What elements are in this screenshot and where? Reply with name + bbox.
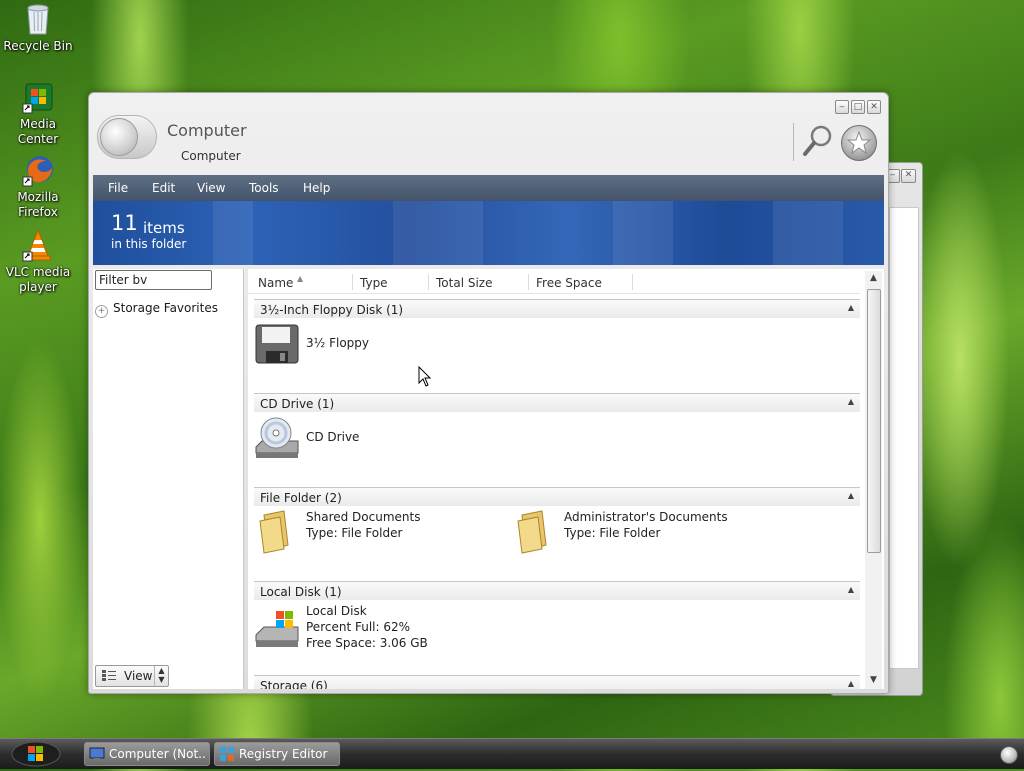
floppy-drive-icon (254, 321, 300, 367)
item-detail-free-space: Free Space: 3.06 GB (306, 636, 428, 650)
storage-favorites-label: Storage Favorites (113, 301, 218, 315)
group-header[interactable]: CD Drive (1) ▲ (254, 393, 860, 412)
group-local-disk: Local Disk (1) ▲ Local Disk Percent Full… (254, 581, 860, 650)
taskbar: Computer (Not... Registry Editor (0, 738, 1024, 769)
filter-input[interactable]: Filter bv (95, 270, 212, 290)
favorites-star-icon[interactable] (841, 125, 877, 161)
taskbar-button-label: Computer (Not... (109, 747, 205, 761)
menu-file[interactable]: File (108, 181, 128, 195)
desktop-icon-label: Recycle Bin (3, 39, 73, 53)
collapse-icon[interactable]: ▲ (848, 397, 854, 406)
close-icon[interactable]: ✕ (901, 169, 916, 183)
collapse-icon[interactable]: ▲ (848, 679, 854, 688)
title-bar[interactable]: Computer Computer ‒ □ ✕ (89, 93, 888, 173)
vertical-scrollbar[interactable]: ▲ ▼ (865, 271, 882, 689)
group-header[interactable]: Storage (6) ▲ (254, 675, 860, 689)
expand-icon[interactable]: + (95, 305, 108, 318)
folder-icon (254, 509, 300, 555)
group-cd-drive: CD Drive (1) ▲ CD Drive (254, 393, 860, 458)
group-title: Storage (6) (260, 679, 328, 689)
group-title: CD Drive (1) (260, 397, 335, 411)
back-forward-orb[interactable] (97, 115, 157, 159)
registry-editor-icon (220, 747, 234, 761)
file-list: Name ▲ Type Total Size Free Space 3½-Inc… (248, 269, 884, 689)
menu-bar: File Edit View Tools Help (93, 175, 884, 201)
item-name: CD Drive (306, 430, 360, 444)
recycle-bin-icon (22, 2, 54, 36)
item-detail: Type: File Folder (564, 526, 661, 540)
navigation-pane: Filter bv + Storage Favorites View ▲ ▼ (93, 269, 244, 689)
folder-icon (512, 509, 558, 555)
group-storage: Storage (6) ▲ (254, 675, 860, 689)
column-free-space[interactable]: Free Space (536, 276, 602, 290)
view-button[interactable]: View ▲ ▼ (95, 665, 169, 687)
toolbar-divider (793, 123, 794, 161)
window-title: Computer (167, 121, 247, 140)
collapse-icon[interactable]: ▲ (848, 491, 854, 500)
scroll-thumb[interactable] (867, 289, 881, 553)
view-spinner[interactable]: ▲ ▼ (154, 666, 168, 686)
local-disk-icon (254, 607, 300, 653)
group-title: File Folder (2) (260, 491, 342, 505)
menu-view[interactable]: View (197, 181, 225, 195)
group-floppy: 3½-Inch Floppy Disk (1) ▲ 3½ Floppy (254, 299, 860, 364)
item-name: Administrator's Documents (564, 510, 728, 524)
tray-icon[interactable] (1000, 746, 1018, 764)
desktop-icon-label: Media Center (17, 117, 59, 146)
minimize-button[interactable]: ‒ (835, 100, 849, 114)
desktop-icon-label: VLC media player (5, 265, 71, 294)
desktop-icon-firefox[interactable]: Mozilla Firefox (2, 153, 74, 220)
group-title: 3½-Inch Floppy Disk (1) (260, 303, 404, 317)
group-file-folder: File Folder (2) ▲ Shared Documents Type:… (254, 487, 860, 554)
media-center-icon (22, 80, 54, 114)
folder-caption: in this folder (111, 237, 187, 251)
item-count: 11 (111, 211, 138, 235)
desktop-icon-label: Mozilla Firefox (17, 190, 59, 219)
scroll-down-icon[interactable]: ▼ (865, 673, 882, 687)
column-type[interactable]: Type (360, 276, 388, 290)
sort-ascending-icon: ▲ (297, 274, 304, 283)
group-header[interactable]: Local Disk (1) ▲ (254, 581, 860, 600)
item-count-label: items (143, 219, 185, 237)
taskbar-button-registry-editor[interactable]: Registry Editor (214, 742, 340, 766)
item-name: 3½ Floppy (306, 336, 369, 350)
column-name[interactable]: Name (258, 276, 293, 290)
vlc-icon (22, 228, 54, 262)
desktop-icon-media-center[interactable]: Media Center (2, 80, 74, 147)
desktop-icon-vlc[interactable]: VLC media player (2, 228, 74, 295)
group-title: Local Disk (1) (260, 585, 342, 599)
search-icon[interactable] (801, 123, 835, 159)
menu-tools[interactable]: Tools (249, 181, 279, 195)
mouse-cursor-icon (418, 365, 432, 388)
cd-drive-icon (254, 415, 300, 461)
item-name: Shared Documents (306, 510, 421, 524)
start-button[interactable] (10, 740, 66, 768)
explorer-window[interactable]: Computer Computer ‒ □ ✕ File Edit View T… (88, 92, 889, 694)
maximize-button[interactable]: □ (851, 100, 865, 114)
collapse-icon[interactable]: ▲ (848, 303, 854, 312)
firefox-icon (22, 153, 54, 187)
close-button[interactable]: ✕ (867, 100, 881, 114)
view-button-label: View (124, 669, 153, 683)
view-list-icon (102, 670, 116, 681)
collapse-icon[interactable]: ▲ (848, 585, 854, 594)
item-detail: Percent Full: 62% (306, 620, 411, 634)
taskbar-button-computer[interactable]: Computer (Not... (84, 742, 210, 766)
scroll-up-icon[interactable]: ▲ (865, 271, 882, 285)
column-headers: Name ▲ Type Total Size Free Space (248, 271, 860, 294)
breadcrumb[interactable]: Computer (181, 149, 241, 163)
computer-icon (89, 747, 105, 761)
group-header[interactable]: File Folder (2) ▲ (254, 487, 860, 506)
item-detail: Type: File Folder (306, 526, 403, 540)
column-total-size[interactable]: Total Size (436, 276, 492, 290)
desktop-icon-recycle-bin[interactable]: Recycle Bin (2, 2, 74, 54)
group-header[interactable]: 3½-Inch Floppy Disk (1) ▲ (254, 299, 860, 318)
taskbar-button-label: Registry Editor (239, 747, 328, 761)
folder-info-banner: 11 items in this folder (93, 201, 884, 265)
item-name: Local Disk (306, 604, 367, 618)
background-window-content (889, 207, 919, 669)
menu-edit[interactable]: Edit (152, 181, 175, 195)
menu-help[interactable]: Help (303, 181, 330, 195)
storage-favorites-item[interactable]: + Storage Favorites (95, 301, 218, 318)
